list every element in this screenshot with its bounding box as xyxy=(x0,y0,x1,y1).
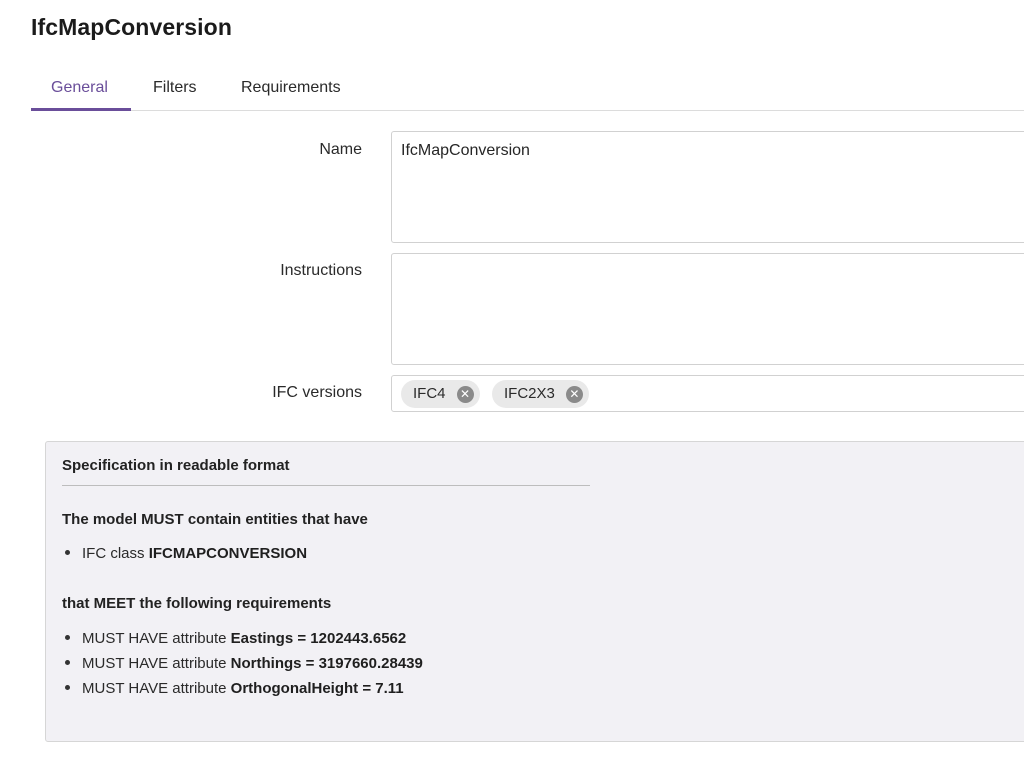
list-item: MUST HAVE attribute Eastings = 1202443.6… xyxy=(62,630,406,647)
tab-filters[interactable]: Filters xyxy=(153,76,197,111)
active-tab-indicator xyxy=(31,108,131,111)
divider xyxy=(62,485,590,486)
remove-chip-icon[interactable]: ✕ xyxy=(565,386,583,403)
requirements-heading: that MEET the following requirements xyxy=(62,595,332,612)
tab-general[interactable]: General xyxy=(51,76,108,111)
tab-requirements[interactable]: Requirements xyxy=(241,76,341,111)
page-title: IfcMapConversion xyxy=(31,14,232,40)
ifc-version-chip: IFC4 ✕ xyxy=(401,380,480,408)
instructions-field[interactable] xyxy=(391,253,1024,365)
ifc-version-chip-label: IFC2X3 xyxy=(504,385,555,402)
applicability-heading: The model MUST contain entities that hav… xyxy=(62,511,368,528)
remove-chip-icon[interactable]: ✕ xyxy=(456,386,474,403)
name-label: Name xyxy=(319,141,362,158)
readable-spec-panel: Specification in readable format The mod… xyxy=(45,441,1024,742)
ifc-versions-label: IFC versions xyxy=(272,384,362,401)
tab-bar: General Filters Requirements xyxy=(31,76,1024,111)
name-field[interactable]: IfcMapConversion xyxy=(391,131,1024,243)
list-item: MUST HAVE attribute Northings = 3197660.… xyxy=(62,655,423,672)
ifc-version-chip-label: IFC4 xyxy=(413,385,446,402)
ifc-versions-multiselect[interactable]: IFC4 ✕ IFC2X3 ✕ xyxy=(391,375,1024,412)
instructions-label: Instructions xyxy=(280,262,362,279)
list-item: MUST HAVE attribute OrthogonalHeight = 7… xyxy=(62,680,404,697)
panel-title: Specification in readable format xyxy=(62,457,290,474)
ifc-version-chip: IFC2X3 ✕ xyxy=(492,380,589,408)
list-item: IFC class IFCMAPCONVERSION xyxy=(62,545,307,562)
name-field-value: IfcMapConversion xyxy=(401,142,530,159)
